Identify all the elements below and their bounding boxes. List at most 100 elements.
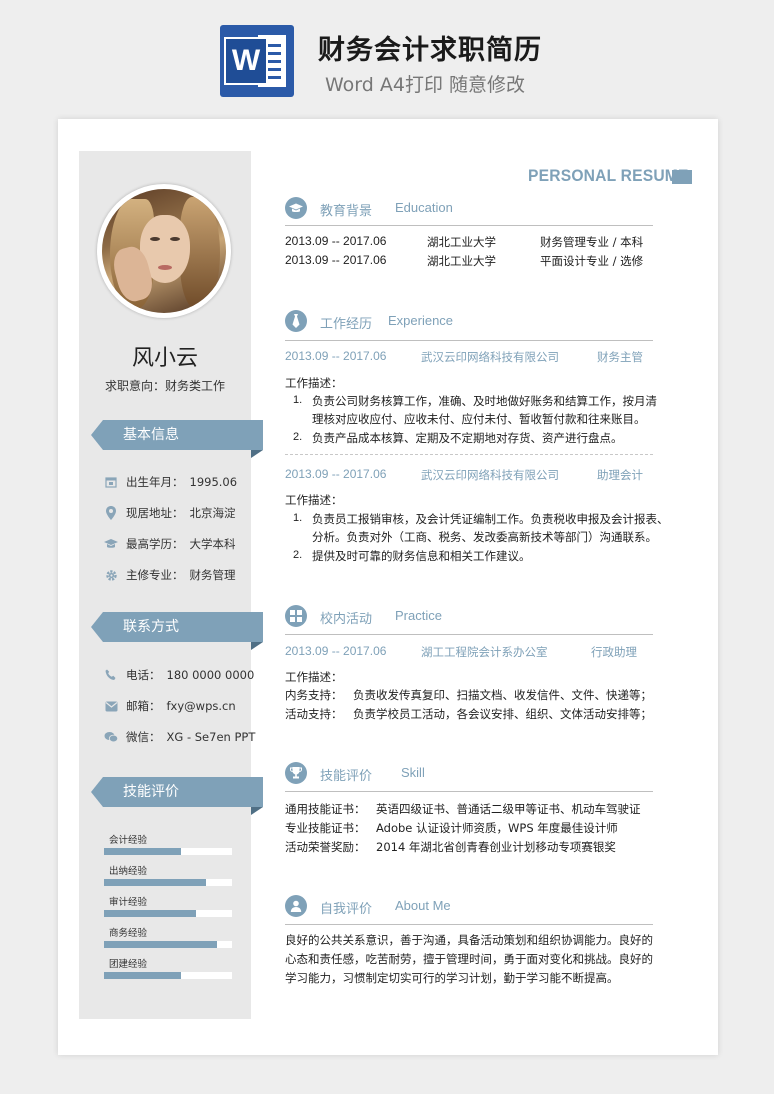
basic-info-row: 现居地址： 北京海淀	[104, 504, 236, 522]
job-desc-label: 工作描述：	[285, 493, 343, 507]
practice-title: 校内活动	[320, 612, 373, 627]
phone-value: 180 0000 0000	[166, 668, 255, 682]
edu-school: 湖北工业大学	[427, 235, 496, 249]
skill-label: 出纳经验	[109, 866, 148, 877]
skill-label: 审计经验	[109, 897, 148, 908]
skill-label: 会计经验	[109, 835, 148, 846]
wechat-value: XG - Se7en PPT	[166, 730, 256, 744]
basic-info-row: 主修专业： 财务管理	[104, 566, 236, 584]
practice-date: 2013.09 -- 2017.06	[285, 644, 387, 658]
job-duty-line: 理核对应收应付、应收未付、应付未付、暂收暂付款和往来账目。	[312, 412, 646, 426]
experience-title-en: Experience	[388, 313, 454, 328]
job-desc-label: 工作描述：	[285, 376, 343, 390]
practice-title-en: Practice	[395, 608, 442, 623]
job-role: 财务主管	[597, 350, 643, 364]
practice-row-value: 负责收发传真复印、扫描文档、收发信件、文件、快递等；	[353, 688, 652, 702]
section-divider	[285, 225, 653, 226]
job-duty-line: 负责员工报销审核，及会计凭证编制工作。负责税收申报及会计报表、	[312, 512, 669, 526]
skill-label: 团建经验	[109, 959, 148, 970]
email-value: fxy@wps.cn	[166, 699, 236, 713]
page-header: W 财务会计求职简历 Word A4打印 随意修改	[0, 0, 774, 118]
cert-value: Adobe 认证设计师资质，WPS 年度最佳设计师	[376, 821, 618, 835]
about-title: 自我评价	[320, 902, 373, 917]
practice-role: 行政助理	[591, 645, 637, 659]
job-intent: 求职意向：财务类工作	[104, 379, 225, 393]
ribbon-fold	[251, 450, 263, 458]
about-line: 学习能力，习惯制定切实可行的学习计划，勤于学习能不断提高。	[285, 971, 619, 985]
personal-resume-label: PERSONAL RESUME	[528, 166, 689, 185]
skill-bar-track	[104, 848, 232, 855]
experience-title: 工作经历	[320, 317, 373, 332]
job-role: 助理会计	[597, 468, 643, 482]
education-title: 教育背景	[320, 204, 373, 219]
education-title-en: Education	[395, 200, 453, 215]
skill-bar-fill	[104, 879, 206, 886]
job-company: 武汉云印网络科技有限公司	[421, 468, 559, 482]
cert-label: 活动荣誉奖励：	[285, 840, 366, 854]
graduation-cap-icon	[104, 537, 118, 551]
edu-date: 2013.09 -- 2017.06	[285, 234, 387, 248]
tie-icon	[285, 310, 307, 332]
skill-bar-fill	[104, 972, 181, 979]
candidate-name: 风小云	[131, 346, 198, 371]
cert-label: 通用技能证书：	[285, 802, 366, 816]
birth-value: 1995.06	[189, 475, 238, 489]
job-separator	[285, 454, 653, 455]
edu-major: 平面设计专业 / 选修	[540, 254, 644, 268]
job-date: 2013.09 -- 2017.06	[285, 349, 387, 363]
practice-row-value: 负责学校员工活动，各会议安排、组织、文体活动安排等；	[353, 707, 652, 721]
contact-ribbon: 联系方式	[91, 612, 263, 642]
contact-row: 邮箱： fxy@wps.cn	[104, 697, 236, 715]
trophy-icon	[285, 762, 307, 784]
practice-desc-label: 工作描述：	[285, 670, 343, 684]
skill-bar-track	[104, 972, 232, 979]
skill-bar-fill	[104, 910, 196, 917]
section-divider	[285, 634, 653, 635]
skill-bar-fill	[104, 848, 181, 855]
template-title: 财务会计求职简历	[318, 35, 542, 66]
job-date: 2013.09 -- 2017.06	[285, 467, 387, 481]
ribbon-fold	[251, 642, 263, 650]
job-duty-line: 分析。负责对外（工商、税务、发改委高新技术等部门）沟通联系。	[312, 530, 657, 544]
skill-bar-fill	[104, 941, 217, 948]
practice-row-label: 内务支持：	[285, 688, 343, 702]
job-duty-line: 负责公司财务核算工作，准确、及时地做好账务和结算工作，按月清	[312, 394, 657, 408]
graduation-cap-icon	[285, 197, 307, 219]
about-title-en: About Me	[395, 898, 451, 913]
skill-title: 技能评价	[320, 769, 373, 784]
word-logo-letter: W	[226, 39, 266, 83]
contact-row: 微信： XG - Se7en PPT	[104, 728, 255, 746]
job-duty-line: 负责产品成本核算、定期及不定期地对存货、资产进行盘点。	[312, 431, 623, 445]
edu-school: 湖北工业大学	[427, 254, 496, 268]
edu-major: 财务管理专业 / 本科	[540, 235, 644, 249]
calendar-icon	[104, 475, 118, 489]
skill-bar-track	[104, 941, 232, 948]
contact-title: 联系方式	[123, 619, 179, 635]
cert-value: 英语四级证书、普通话二级甲等证书、机动车驾驶证	[376, 802, 641, 816]
address-value: 北京海淀	[189, 506, 236, 520]
section-divider	[285, 340, 653, 341]
building-icon	[285, 605, 307, 627]
ribbon-fold	[251, 807, 263, 815]
location-icon	[104, 506, 118, 520]
phone-icon	[104, 668, 118, 682]
skill-bar-track	[104, 910, 232, 917]
practice-org: 湖工工程院会计系办公室	[421, 645, 548, 659]
skills-ribbon: 技能评价	[91, 777, 263, 807]
cert-value: 2014 年湖北省创青春创业计划移动专项赛银奖	[376, 840, 616, 854]
skill-bar-track	[104, 879, 232, 886]
gear-icon	[104, 568, 118, 582]
practice-row-label: 活动支持：	[285, 707, 343, 721]
basic-info-row: 最高学历： 大学本科	[104, 535, 236, 553]
cert-label: 专业技能证书：	[285, 821, 366, 835]
contact-row: 电话： 180 0000 0000	[104, 666, 254, 684]
major-value: 财务管理	[189, 568, 236, 582]
about-line: 心态和责任感，吃苦耐劳，擅于管理时间，勇于面对变化和挑战。良好的	[285, 952, 653, 966]
skills-title: 技能评价	[123, 784, 179, 800]
skill-label: 商务经验	[109, 928, 148, 939]
basic-info-title: 基本信息	[123, 427, 179, 443]
edu-date: 2013.09 -- 2017.06	[285, 253, 387, 267]
word-app-icon: W	[220, 25, 294, 97]
section-divider	[285, 924, 653, 925]
skill-title-en: Skill	[401, 765, 425, 780]
